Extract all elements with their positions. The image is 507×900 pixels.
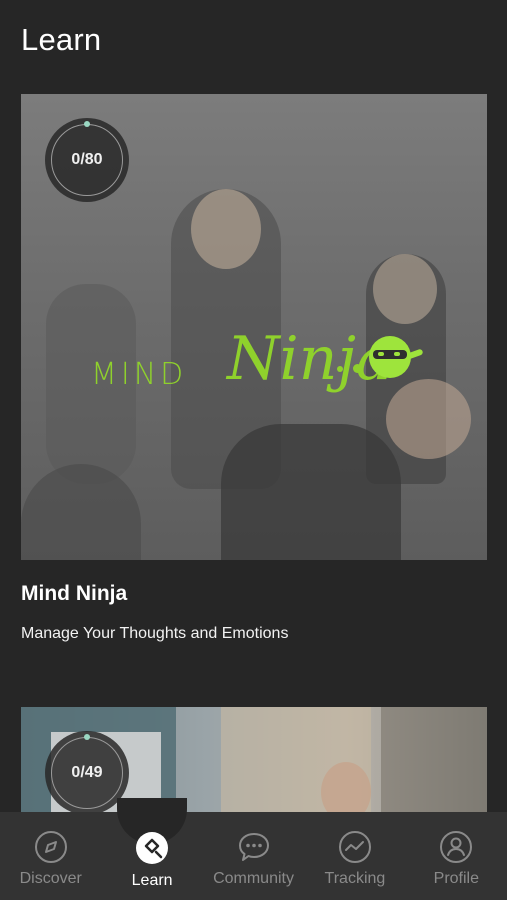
tab-profile[interactable]: Profile [406,812,507,900]
course-subtitle: Manage Your Thoughts and Emotions [21,625,289,642]
logo-dot-icon [337,366,343,372]
chat-bubble-icon [238,833,269,861]
course-title[interactable]: Mind Ninja [21,582,127,606]
tab-label: Profile [433,870,479,887]
tab-label: Community [213,870,294,887]
bottom-tab-bar: Discover Learn Community Tracking Profil… [0,798,507,900]
tab-label: Discover [19,870,82,887]
learn-icon [136,832,169,864]
logo-mind-text: MIND [91,357,188,392]
chart-trend-icon [338,831,371,863]
progress-label: 0/80 [71,151,103,168]
tab-label: Learn [131,872,173,889]
course-card-image[interactable]: 0/80 MIND Ninja [21,94,487,560]
logo-dot-icon [353,364,362,373]
progress-ring: 0/80 [45,118,129,202]
tab-learn[interactable]: Learn [101,798,202,900]
tab-community[interactable]: Community [203,812,304,900]
tab-tracking[interactable]: Tracking [304,812,405,900]
tab-discover[interactable]: Discover [0,812,101,900]
compass-icon [34,831,67,863]
page-title: Learn [21,22,102,57]
ninja-head-icon [369,336,424,378]
tab-label: Tracking [324,870,386,887]
logo-ninja-script: Ninja [227,324,392,394]
progress-label: 0/49 [71,764,103,781]
course-card-image[interactable]: 0/49 [21,707,487,827]
person-icon [440,831,473,863]
